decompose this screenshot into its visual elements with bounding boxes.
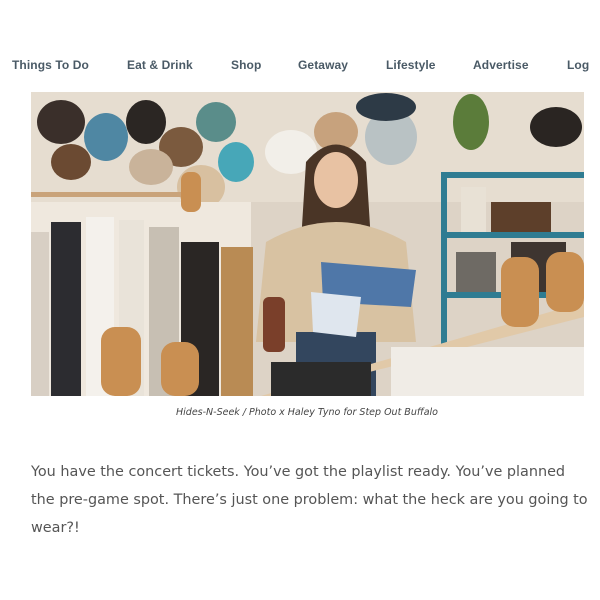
clothing-rack-left: [31, 172, 253, 396]
nav-item-lifestyle[interactable]: Lifestyle: [386, 56, 436, 74]
article-intro-paragraph: You have the concert tickets. You’ve got…: [31, 464, 588, 536]
nav-item-getaway[interactable]: Getaway: [298, 56, 348, 74]
nav-item-shop[interactable]: Shop: [231, 56, 261, 74]
main-navigation: Things To Do Eat & Drink Shop Getaway Li…: [0, 56, 600, 74]
boutique-photo-illustration: [31, 92, 584, 396]
nav-item-things-to-do[interactable]: Things To Do: [12, 56, 89, 74]
nav-item-log[interactable]: Log: [567, 56, 589, 74]
photo-caption: Hides-N-Seek / Photo x Haley Tyno for St…: [176, 407, 438, 418]
article-photo: [31, 92, 584, 396]
nav-item-eat-drink[interactable]: Eat & Drink: [127, 56, 193, 74]
nav-item-advertise[interactable]: Advertise: [473, 56, 529, 74]
